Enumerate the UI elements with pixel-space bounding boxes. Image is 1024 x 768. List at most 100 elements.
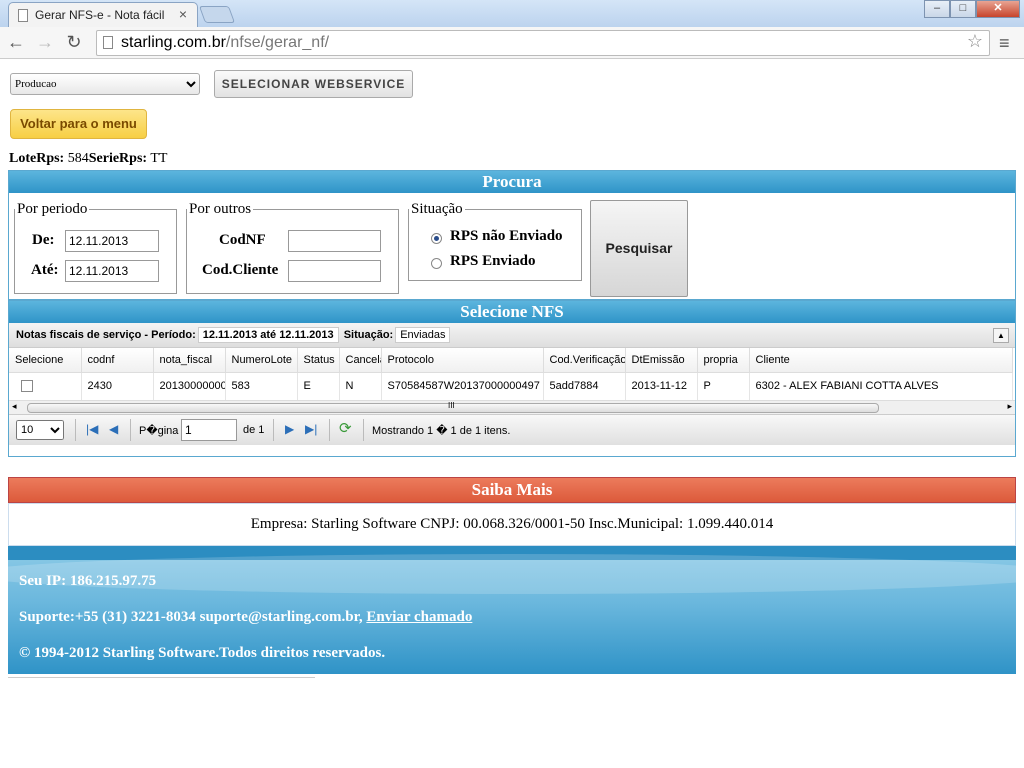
search-panel-title: Procura bbox=[9, 171, 1015, 193]
next-page-icon[interactable]: ▶ bbox=[285, 422, 294, 436]
minimize-button[interactable]: ‒ bbox=[924, 0, 950, 18]
support-line: Suporte:+55 (31) 3221-8034 suporte@starl… bbox=[19, 609, 472, 626]
prev-page-icon[interactable]: ◀ bbox=[109, 422, 118, 436]
row-checkbox[interactable] bbox=[21, 380, 33, 393]
page-size-select[interactable]: 10 bbox=[16, 420, 64, 440]
select-webservice-button[interactable]: SELECIONAR WEBSERVICE bbox=[214, 70, 413, 98]
collapse-grid-icon[interactable]: ▲ bbox=[993, 328, 1009, 343]
lote-info: LoteRps: 584SerieRps: TT bbox=[9, 151, 167, 167]
company-info: Empresa: Starling Software CNPJ: 00.068.… bbox=[8, 503, 1016, 546]
open-ticket-link[interactable]: Enviar chamado bbox=[366, 609, 472, 625]
date-from-input[interactable] bbox=[65, 230, 159, 252]
ip-text: Seu IP: 186.215.97.75 bbox=[19, 573, 157, 589]
close-tab-icon[interactable]: × bbox=[179, 6, 187, 22]
forward-arrow-icon[interactable]: → bbox=[34, 32, 56, 53]
browser-toolbar: ← → ↻ starling.com.br/nfse/gerar_nf/ ☆ ≡ bbox=[0, 27, 1024, 59]
scroll-right-icon[interactable]: ▸ bbox=[1007, 401, 1012, 412]
grid-caption: Notas fiscais de serviço - Período: 12.11… bbox=[9, 323, 1015, 348]
browser-menu-icon[interactable]: ≡ bbox=[999, 33, 1015, 54]
column-header[interactable]: Cancela bbox=[339, 348, 382, 373]
first-page-icon[interactable]: |◀ bbox=[86, 422, 98, 436]
table-cell: 20130000000 bbox=[153, 372, 226, 400]
bookmark-star-icon[interactable]: ☆ bbox=[967, 31, 983, 52]
column-header[interactable]: nota_fiscal bbox=[153, 348, 226, 373]
radio-nao-enviado-label[interactable]: RPS não Enviado bbox=[450, 228, 563, 245]
page-icon bbox=[18, 9, 28, 22]
ate-label: Até: bbox=[31, 262, 59, 278]
period-value: 12.11.2013 até 12.11.2013 bbox=[197, 327, 339, 343]
grid-caption-label: Notas fiscais de serviço - Período: bbox=[16, 329, 196, 341]
page-number-input[interactable] bbox=[181, 419, 237, 441]
pager-divider bbox=[130, 419, 131, 441]
column-header[interactable]: codnf bbox=[81, 348, 154, 373]
radio-enviado-label[interactable]: RPS Enviado bbox=[450, 253, 535, 270]
column-header[interactable]: Protocolo bbox=[381, 348, 544, 373]
period-legend: Por periodo bbox=[17, 201, 88, 217]
scroll-left-icon[interactable]: ◂ bbox=[12, 401, 17, 412]
support-text: Suporte:+55 (31) 3221-8034 suporte@starl… bbox=[19, 609, 363, 625]
scroll-thumb[interactable]: III bbox=[27, 401, 879, 413]
column-header[interactable]: Selecione bbox=[9, 348, 82, 373]
table-cell: P bbox=[697, 372, 750, 400]
radio-nao-enviado[interactable] bbox=[431, 233, 442, 244]
radio-enviado[interactable] bbox=[431, 258, 442, 269]
serie-value: TT bbox=[150, 151, 168, 166]
nfs-grid: Selecione codnf nota_fiscal NumeroLote S… bbox=[9, 348, 1013, 400]
maximize-button[interactable]: □ bbox=[950, 0, 976, 18]
situation-value: Enviadas bbox=[395, 327, 451, 343]
search-button[interactable]: Pesquisar bbox=[590, 200, 688, 297]
codcliente-label: Cod.Cliente bbox=[202, 262, 279, 278]
table-cell: E bbox=[297, 372, 340, 400]
column-header[interactable]: propria bbox=[697, 348, 750, 373]
lote-value: 584 bbox=[67, 151, 89, 166]
new-tab-button[interactable] bbox=[198, 6, 236, 23]
table-cell: 5add7884 bbox=[543, 372, 626, 400]
saiba-mais-header[interactable]: Saiba Mais bbox=[8, 477, 1016, 503]
column-header[interactable]: Cliente bbox=[749, 348, 1013, 373]
table-row[interactable]: 2430 20130000000 583 E N S70584587W20137… bbox=[9, 372, 1013, 400]
address-bar[interactable]: starling.com.br/nfse/gerar_nf/ ☆ bbox=[96, 30, 990, 56]
column-header[interactable]: Cod.Verificação bbox=[543, 348, 626, 373]
table-cell: 6302 - ALEX FABIANI COTTA ALVES bbox=[749, 372, 1013, 400]
pager-divider bbox=[329, 419, 330, 441]
column-header[interactable]: NumeroLote bbox=[225, 348, 298, 373]
browser-tab[interactable]: Gerar NFS-e - Nota fácil × bbox=[8, 2, 198, 27]
page-label: P�gina bbox=[139, 425, 179, 437]
pager-divider bbox=[363, 419, 364, 441]
last-page-icon[interactable]: ▶| bbox=[305, 422, 317, 436]
refresh-icon[interactable]: ⟳ bbox=[339, 419, 352, 437]
serie-label: SerieRps: bbox=[88, 151, 148, 166]
others-legend: Por outros bbox=[189, 201, 252, 217]
grid-header-row: Selecione codnf nota_fiscal NumeroLote S… bbox=[9, 348, 1013, 373]
window-controls: ‒ □ ✕ bbox=[924, 0, 1020, 18]
grid-pager: 10 |◀ ◀ P�gina de 1 ▶ ▶| ⟳ Mostrando 1 �… bbox=[9, 414, 1015, 445]
situation-fieldset: Situação RPS não Enviado RPS Enviado bbox=[408, 201, 582, 281]
situation-legend: Situação bbox=[411, 201, 463, 217]
back-arrow-icon[interactable]: ← bbox=[5, 32, 27, 53]
back-to-menu-button[interactable]: Voltar para o menu bbox=[10, 109, 147, 139]
url-host: starling.com.br bbox=[121, 34, 226, 51]
others-fieldset: Por outros CodNF Cod.Cliente bbox=[186, 201, 399, 294]
reload-icon[interactable]: ↻ bbox=[63, 32, 85, 53]
scroll-grip-icon: III bbox=[448, 401, 455, 410]
lote-label: LoteRps: bbox=[9, 151, 65, 166]
search-panel: Procura Por periodo De: Até: Por outros … bbox=[8, 170, 1016, 300]
date-to-input[interactable] bbox=[65, 260, 159, 282]
nfs-panel: Selecione NFS Notas fiscais de serviço -… bbox=[8, 300, 1016, 457]
de-label: De: bbox=[32, 232, 55, 248]
footer-wave bbox=[8, 554, 1016, 594]
horizontal-scrollbar[interactable]: ◂ III ▸ bbox=[9, 400, 1015, 414]
close-window-button[interactable]: ✕ bbox=[976, 0, 1020, 18]
column-header[interactable]: Status bbox=[297, 348, 340, 373]
table-cell: 2430 bbox=[81, 372, 154, 400]
situation-label: Situação: bbox=[343, 329, 394, 341]
tab-title: Gerar NFS-e - Nota fácil bbox=[35, 8, 165, 22]
page-content: Producao SELECIONAR WEBSERVICE Voltar pa… bbox=[0, 60, 1024, 768]
page-footer: Seu IP: 186.215.97.75 Suporte:+55 (31) 3… bbox=[8, 546, 1016, 674]
environment-select[interactable]: Producao bbox=[10, 73, 200, 95]
table-cell: 583 bbox=[225, 372, 298, 400]
table-cell: N bbox=[339, 372, 382, 400]
codcliente-input[interactable] bbox=[288, 260, 381, 282]
column-header[interactable]: DtEmissão bbox=[625, 348, 698, 373]
codnf-input[interactable] bbox=[288, 230, 381, 252]
